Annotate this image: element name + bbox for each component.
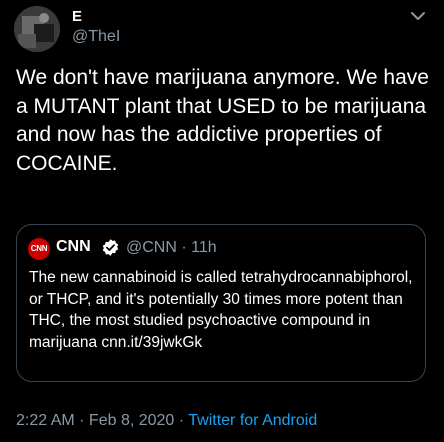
separator: · bbox=[74, 412, 89, 429]
avatar[interactable] bbox=[14, 6, 60, 52]
quoted-tweet-text: The new cannabinoid is called tetrahydro… bbox=[29, 269, 413, 351]
separator: · bbox=[174, 412, 189, 429]
display-name[interactable]: E bbox=[72, 8, 82, 25]
quoted-tweet[interactable]: CNN CNN @CNN · 11h The new cannabinoid i… bbox=[16, 224, 426, 382]
tweet: E @TheI We don't have marijuana anymore.… bbox=[0, 0, 444, 442]
cnn-logo-icon: CNN bbox=[28, 238, 50, 260]
tweet-date[interactable]: Feb 8, 2020 bbox=[89, 412, 174, 429]
chevron-down-icon[interactable] bbox=[408, 8, 428, 24]
tweet-time[interactable]: 2:22 AM bbox=[16, 412, 75, 429]
quoted-handle-time: @CNN · 11h bbox=[126, 239, 217, 256]
quoted-display-name: CNN bbox=[56, 238, 91, 255]
tweet-text: We don't have marijuana anymore. We have… bbox=[16, 66, 429, 175]
user-handle[interactable]: @TheI bbox=[72, 28, 120, 46]
source-app-link[interactable]: Twitter for Android bbox=[188, 412, 317, 429]
avatar-image bbox=[14, 6, 60, 52]
verified-badge-icon bbox=[101, 238, 120, 257]
tweet-footer: 2:22 AM · Feb 8, 2020 · Twitter for Andr… bbox=[16, 412, 317, 430]
